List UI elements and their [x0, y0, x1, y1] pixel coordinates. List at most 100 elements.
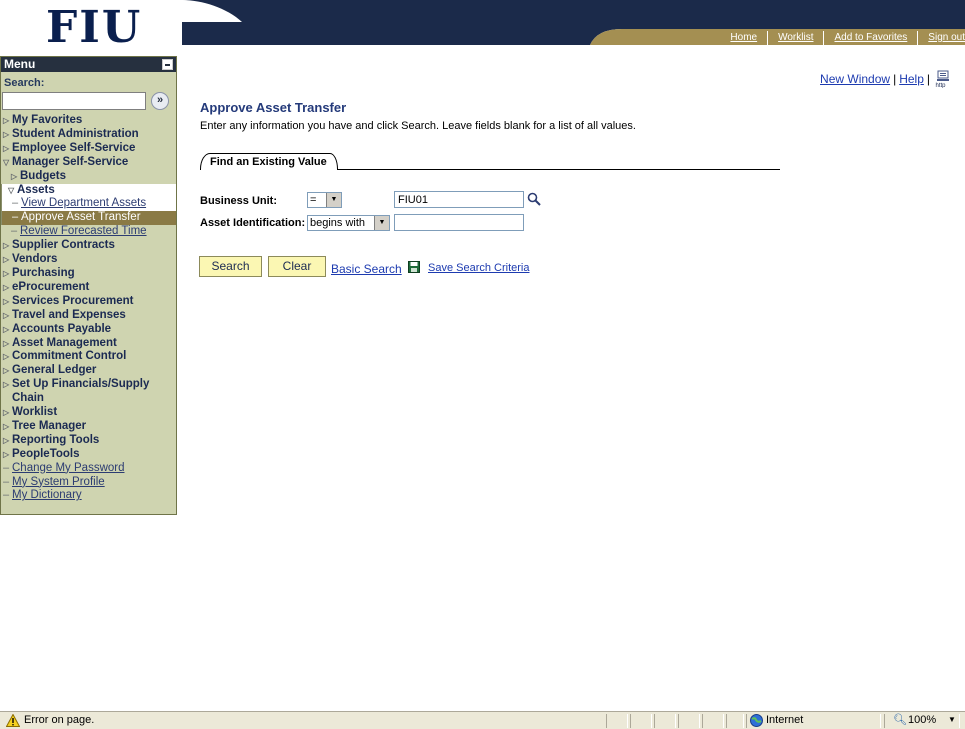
zoom-magnifier-icon[interactable]: 🔍︎: [893, 713, 907, 726]
menu-item-accounts-payable[interactable]: ▷ Accounts Payable: [1, 323, 176, 337]
expand-arrow-icon: ▷: [3, 380, 10, 390]
expand-arrow-icon: ▷: [3, 408, 10, 418]
zoom-dropdown-icon[interactable]: ▼: [948, 715, 956, 724]
globe-icon: [750, 714, 763, 727]
clear-button[interactable]: Clear: [268, 256, 326, 277]
zoom-level[interactable]: 100%: [908, 714, 936, 726]
home-link[interactable]: Home: [720, 32, 767, 43]
status-cell: [630, 714, 652, 728]
warning-icon[interactable]: [6, 714, 20, 727]
menu-item-reporting-tools[interactable]: ▷ Reporting Tools: [1, 434, 176, 448]
asset-id-operator-value: begins with: [310, 217, 366, 229]
link-separator: |: [926, 72, 930, 86]
menu-item-label: Reporting Tools: [12, 433, 100, 446]
menu-item-general-ledger[interactable]: ▷ General Ledger: [1, 364, 176, 378]
asset-id-operator-select[interactable]: begins with ▼: [307, 215, 390, 231]
chevron-down-icon[interactable]: ▼: [374, 216, 389, 230]
menu-item-asset-management[interactable]: ▷ Asset Management: [1, 337, 176, 351]
add-to-favorites-link[interactable]: Add to Favorites: [824, 32, 917, 43]
menu-item-label: Commitment Control: [12, 350, 127, 363]
status-cell: [726, 714, 744, 728]
status-cell: [606, 714, 628, 728]
basic-search-link[interactable]: Basic Search: [331, 262, 402, 276]
menu-item-peopletools[interactable]: ▷ PeopleTools: [1, 448, 176, 462]
menu-item-label: Set Up Financials/Supply Chain: [12, 378, 150, 405]
sign-out-link[interactable]: Sign out: [918, 32, 965, 43]
menu-item-services-procurement[interactable]: ▷ Services Procurement: [1, 295, 176, 309]
menu-title: Menu: [4, 57, 36, 71]
menu-item-set-up-financials[interactable]: ▷ Set Up Financials/Supply Chain: [1, 378, 176, 406]
menu-item-manager-self-service[interactable]: ▽ Manager Self-Service: [1, 156, 176, 170]
menu-search-go-icon[interactable]: »: [151, 92, 169, 110]
menu-item-commitment-control[interactable]: ▷ Commitment Control: [1, 350, 176, 364]
http-icon[interactable]: http: [935, 70, 951, 89]
asset-id-input[interactable]: [394, 214, 524, 231]
menu-sidebar: Menu Search: » ▷ My Favorites ▷ Student Ad…: [0, 56, 177, 515]
menu-item-budgets[interactable]: ▷ Budgets: [1, 170, 176, 184]
menu-item-label: Supplier Contracts: [12, 239, 115, 252]
expand-arrow-icon: ▷: [3, 421, 10, 431]
dash-icon: –: [12, 211, 19, 224]
save-search-criteria-link[interactable]: Save Search Criteria: [428, 262, 530, 274]
menu-item-eprocurement[interactable]: ▷ eProcurement: [1, 281, 176, 295]
expand-arrow-icon: ▷: [11, 171, 18, 181]
menu-item-travel-and-expenses[interactable]: ▷ Travel and Expenses: [1, 309, 176, 323]
menu-item-my-favorites[interactable]: ▷ My Favorites: [1, 114, 176, 128]
collapse-arrow-icon: ▽: [8, 185, 15, 195]
dash-icon: –: [12, 197, 19, 210]
status-cell: [702, 714, 724, 728]
expand-arrow-icon: ▷: [3, 143, 10, 153]
menu-item-label: Review Forecasted Time: [20, 225, 147, 238]
menu-item-review-forecasted-time[interactable]: – Review Forecasted Time: [1, 225, 176, 239]
menu-item-label: General Ledger: [12, 364, 97, 377]
save-disk-icon[interactable]: [408, 261, 420, 273]
expand-arrow-icon: ▷: [3, 338, 10, 348]
status-message: Error on page.: [24, 714, 95, 726]
menu-item-assets[interactable]: ▽ Assets: [2, 184, 176, 198]
asset-id-label: Asset Identification:: [200, 217, 306, 229]
menu-item-tree-manager[interactable]: ▷ Tree Manager: [1, 420, 176, 434]
collapse-arrow-icon: ▽: [3, 157, 10, 167]
expand-arrow-icon: ▷: [3, 366, 10, 376]
menu-search-input[interactable]: [2, 92, 146, 110]
fiu-logo: FIU: [46, 2, 143, 53]
chevron-down-icon[interactable]: ▼: [326, 193, 341, 207]
help-link[interactable]: Help: [899, 72, 924, 86]
tab-find-existing-value[interactable]: Find an Existing Value: [200, 153, 338, 170]
business-unit-input[interactable]: [394, 191, 524, 208]
menu-item-vendors[interactable]: ▷ Vendors: [1, 253, 176, 267]
menu-search-label: Search:: [4, 77, 45, 89]
expand-arrow-icon: ▷: [3, 435, 10, 445]
menu-item-approve-asset-transfer[interactable]: – Approve Asset Transfer: [2, 211, 176, 226]
menu-item-supplier-contracts[interactable]: ▷ Supplier Contracts: [1, 239, 176, 253]
worklist-link[interactable]: Worklist: [768, 32, 823, 43]
status-cell: [678, 714, 700, 728]
menu-item-my-system-profile[interactable]: – My System Profile: [1, 476, 176, 490]
menu-item-view-department-assets[interactable]: – View Department Assets: [2, 197, 176, 211]
menu-search-row: »: [1, 92, 176, 114]
menu-item-worklist[interactable]: ▷ Worklist: [1, 406, 176, 420]
menu-item-label: My Dictionary: [12, 489, 82, 502]
menu-item-label: Services Procurement: [12, 294, 134, 307]
business-unit-operator-select[interactable]: = ▼: [307, 192, 342, 208]
menu-item-student-administration[interactable]: ▷ Student Administration: [1, 128, 176, 142]
menu-item-purchasing[interactable]: ▷ Purchasing: [1, 267, 176, 281]
menu-item-label: Student Administration: [12, 127, 139, 140]
menu-item-label: Manager Self-Service: [12, 155, 129, 168]
expand-arrow-icon: ▷: [3, 255, 10, 265]
menu-item-change-my-password[interactable]: – Change My Password: [1, 462, 176, 476]
menu-item-my-dictionary[interactable]: – My Dictionary: [1, 489, 176, 503]
lookup-magnifier-icon[interactable]: [527, 192, 541, 206]
new-window-link[interactable]: New Window: [820, 72, 890, 86]
menu-item-label: Purchasing: [12, 266, 75, 279]
menu-item-label: Assets: [17, 183, 55, 196]
browser-status-bar: Error on page. Internet 🔍︎ 100% ▼: [0, 711, 965, 729]
status-cell: [654, 714, 676, 728]
logo-area: FIU: [0, 0, 178, 55]
menu-header: Menu: [1, 57, 176, 72]
collapse-menu-icon[interactable]: [162, 59, 173, 70]
expand-arrow-icon: ▷: [3, 449, 10, 459]
assets-submenu: ▽ Assets – View Department Assets – Approve…: [1, 183, 176, 226]
search-button[interactable]: Search: [199, 256, 262, 277]
menu-item-employee-self-service[interactable]: ▷ Employee Self-Service: [1, 142, 176, 156]
